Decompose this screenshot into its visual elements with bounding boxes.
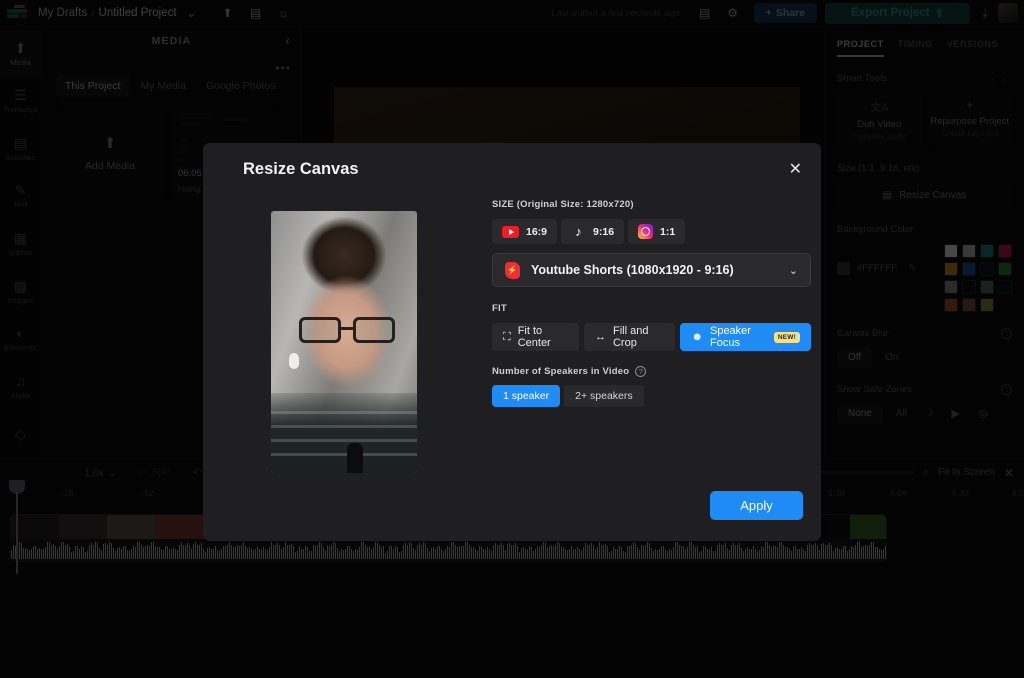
aspect-ratio-options: 16:9 ♪ 9:16 1:1 (492, 219, 811, 244)
size-label: SIZE (Original Size: 1280x720) (492, 199, 811, 210)
speaker-focus-icon: ☻ (691, 331, 703, 343)
youtube-icon (502, 226, 519, 238)
two-plus-speakers-button[interactable]: 2+ speakers (564, 385, 644, 407)
speakers-label: Number of Speakers in Video (492, 366, 629, 377)
ratio-9-16-button[interactable]: ♪ 9:16 (561, 219, 624, 244)
tiktok-icon: ♪ (571, 224, 586, 239)
microphone (347, 443, 363, 473)
fit-label: FIT (492, 303, 811, 314)
fit-to-center-icon: ⛶ (503, 331, 511, 344)
fill-and-crop-button[interactable]: ↔ Fill and Crop (584, 323, 675, 351)
ratio-label: 9:16 (593, 226, 614, 238)
earbud-icon (289, 353, 299, 369)
ratio-16-9-button[interactable]: 16:9 (492, 219, 557, 244)
one-speaker-button[interactable]: 1 speaker (492, 385, 560, 407)
app-root: My Drafts › Untitled Project ⌄ ⬆ ▤ ☼ Las… (0, 0, 1024, 678)
portrait-preview (271, 211, 417, 473)
fit-option-label: Fill and Crop (613, 325, 664, 349)
fit-options: ⛶ Fit to Center ↔ Fill and Crop ☻ Speake… (492, 323, 811, 351)
youtube-shorts-icon: ⚡ (505, 262, 520, 279)
speakers-section: Number of Speakers in Video ? (492, 366, 811, 377)
dialog-body: SIZE (Original Size: 1280x720) 16:9 ♪ 9:… (492, 199, 811, 407)
speakers-options: 1 speaker 2+ speakers (492, 385, 811, 407)
preview-shirt (271, 393, 417, 473)
ratio-label: 1:1 (660, 226, 675, 238)
fit-option-label: Fit to Center (518, 325, 568, 349)
close-icon[interactable]: ✕ (789, 159, 802, 179)
help-icon[interactable]: ? (635, 366, 646, 377)
ratio-label: 16:9 (526, 226, 547, 238)
new-badge: NEW! (774, 332, 800, 343)
ratio-1-1-button[interactable]: 1:1 (628, 219, 685, 244)
fit-option-label: Speaker Focus (710, 325, 767, 349)
eyeglasses (299, 317, 395, 343)
preset-value: Youtube Shorts (1080x1920 - 9:16) (531, 263, 734, 277)
speaker-focus-button[interactable]: ☻ Speaker Focus NEW! (680, 323, 811, 351)
dialog-title: Resize Canvas (243, 160, 359, 179)
resize-canvas-dialog: Resize Canvas ✕ SIZE (Original Size: 128… (203, 143, 821, 541)
fit-to-center-button[interactable]: ⛶ Fit to Center (492, 323, 579, 351)
apply-button[interactable]: Apply (710, 491, 803, 520)
chevron-down-icon: ⌄ (789, 264, 798, 277)
fill-and-crop-icon: ↔ (595, 331, 606, 343)
preset-dropdown[interactable]: ⚡ Youtube Shorts (1080x1920 - 9:16) ⌄ (492, 253, 811, 287)
instagram-icon (638, 224, 653, 239)
